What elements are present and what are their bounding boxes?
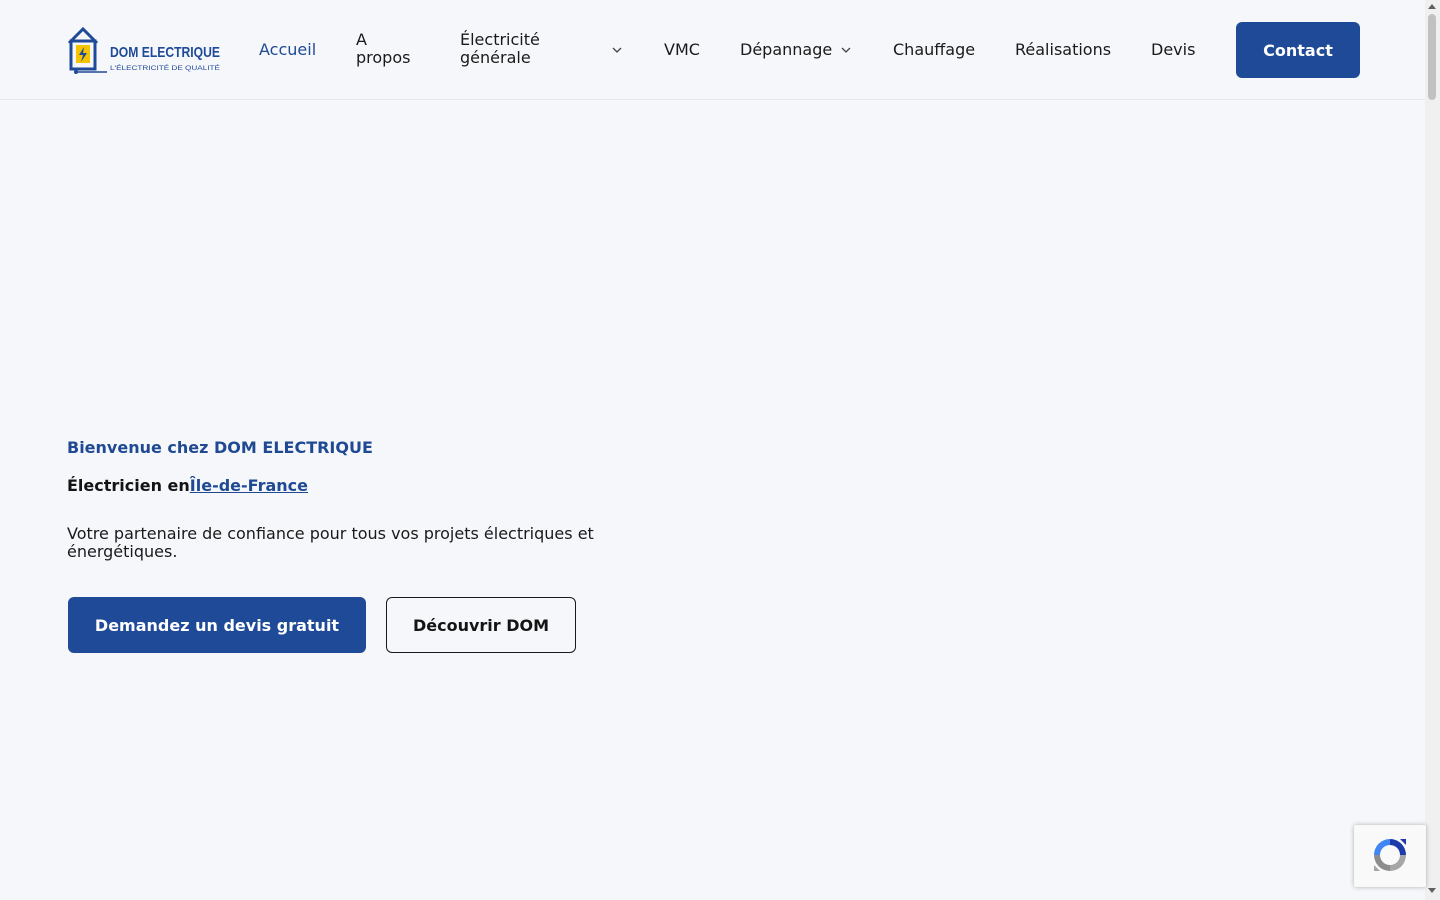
nav-item-devis[interactable]: Devis xyxy=(1151,41,1195,59)
main-nav: Accueil A propos Électricité générale VM… xyxy=(0,0,1425,100)
scroll-up-arrow[interactable] xyxy=(1428,4,1436,9)
contact-button[interactable]: Contact xyxy=(1236,22,1360,78)
region-link[interactable]: Île-de-France xyxy=(190,476,308,495)
chevron-down-icon[interactable] xyxy=(840,46,852,54)
free-quote-button[interactable]: Demandez un devis gratuit xyxy=(68,597,366,653)
scroll-down-arrow[interactable] xyxy=(1428,888,1436,893)
site-header: DOM ELECTRIQUE L'ÉLECTRICITÉ DE QUALITÉ … xyxy=(0,0,1425,100)
chevron-down-icon[interactable] xyxy=(611,46,623,54)
hero-headline: Électricien enÎle-de-France xyxy=(67,476,308,495)
hero-description: Votre partenaire de confiance pour tous … xyxy=(67,524,594,561)
nav-item-accueil[interactable]: Accueil xyxy=(259,41,316,59)
scrollbar[interactable] xyxy=(1425,0,1440,900)
nav-item-depannage[interactable]: Dépannage xyxy=(740,41,832,59)
scroll-thumb[interactable] xyxy=(1428,14,1436,100)
nav-item-chauffage[interactable]: Chauffage xyxy=(893,41,975,59)
nav-item-a-propos[interactable]: A propos xyxy=(356,31,426,67)
discover-button[interactable]: Découvrir DOM xyxy=(386,597,576,653)
nav-item-vmc[interactable]: VMC xyxy=(664,41,700,59)
headline-prefix: Électricien en xyxy=(67,476,190,495)
recaptcha-icon xyxy=(1374,839,1406,871)
recaptcha-badge[interactable] xyxy=(1354,825,1426,887)
nav-item-realisations[interactable]: Réalisations xyxy=(1015,41,1111,59)
hero-kicker: Bienvenue chez DOM ELECTRIQUE xyxy=(67,438,373,457)
nav-item-electricite-generale[interactable]: Électricité générale xyxy=(460,31,600,67)
